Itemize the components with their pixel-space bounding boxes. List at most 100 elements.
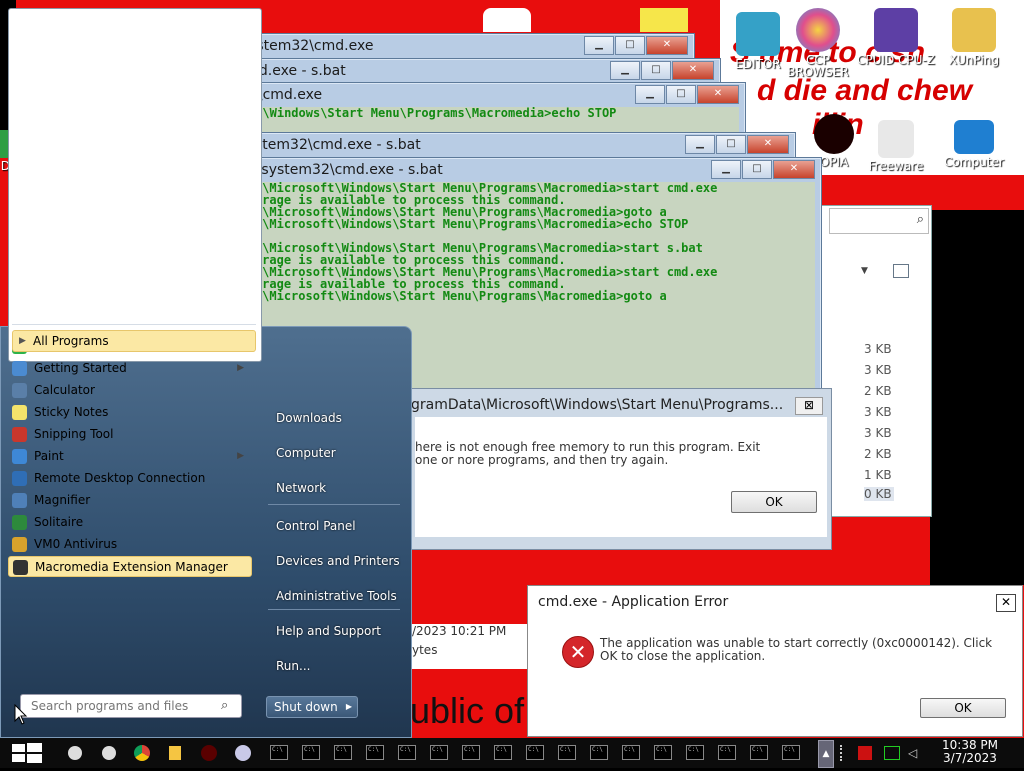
cmd-taskbar-button[interactable]: C:\	[462, 745, 480, 760]
overflow-icon[interactable]	[840, 745, 846, 761]
start-menu-item[interactable]: Macromedia Extension Manager	[8, 556, 252, 577]
opia-icon	[814, 114, 854, 154]
smiley-app-icon[interactable]	[98, 742, 120, 764]
preview-pane-icon[interactable]	[893, 264, 909, 278]
cmd-taskbar-button[interactable]: C:\	[558, 745, 576, 760]
start-menu-place-item[interactable]: Control Panel	[276, 519, 356, 533]
start-menu-place-item[interactable]: Network	[276, 481, 326, 495]
desktop-icon-ccp-browser[interactable]: CCP BROWSER	[778, 8, 858, 78]
start-menu-item[interactable]: Solitaire	[8, 512, 252, 533]
close-button[interactable]: ✕	[697, 85, 739, 104]
cmd-taskbar-button[interactable]: C:\	[430, 745, 448, 760]
start-menu-item[interactable]: Snipping Tool	[8, 424, 252, 445]
close-button[interactable]: ✕	[773, 160, 815, 179]
maximize-button[interactable]: □	[615, 36, 645, 55]
start-menu-item-label: Getting Started	[34, 361, 127, 375]
start-menu-item[interactable]: Remote Desktop Connection	[8, 468, 252, 489]
cmd-taskbar-button[interactable]: C:\	[622, 745, 640, 760]
close-button[interactable]: ⊠	[795, 397, 823, 415]
all-programs-button[interactable]: ▶ All Programs	[12, 330, 256, 352]
minimize-button[interactable]: ▁	[610, 61, 640, 80]
start-menu-item[interactable]: Magnifier	[8, 490, 252, 511]
opia-taskbar-icon[interactable]	[198, 742, 220, 764]
smiley-app-icon[interactable]	[64, 742, 86, 764]
file-size: 3 KB	[864, 342, 892, 356]
cmd-taskbar-button[interactable]: C:\	[366, 745, 384, 760]
desktop-icon-xunping[interactable]: XUnPing	[934, 8, 1014, 66]
desktop-icon-label: XUnPing	[948, 53, 1000, 67]
start-menu-place-item[interactable]: Devices and Printers	[276, 554, 400, 568]
start-menu-item[interactable]: VM0 Antivirus	[8, 534, 252, 555]
cmd-taskbar-button[interactable]: C:\	[302, 745, 320, 760]
desktop-icon-computer[interactable]: Computer	[934, 120, 1014, 168]
minimize-button[interactable]: ▁	[711, 160, 741, 179]
cmd-taskbar-button[interactable]: C:\	[526, 745, 544, 760]
explorer-search-box[interactable]: ⌕	[829, 208, 929, 234]
wallpaper-dark-panel	[930, 210, 1024, 585]
cmd-taskbar-button[interactable]: C:\	[398, 745, 416, 760]
network-icon[interactable]	[884, 746, 900, 760]
cmd-taskbar-button[interactable]: C:\	[686, 745, 704, 760]
magnifier-icon	[12, 493, 27, 508]
start-menu-item-label: Paint	[34, 449, 64, 463]
show-hidden-icons-button[interactable]: ▲	[818, 740, 834, 768]
cpuz-icon	[874, 8, 918, 52]
close-button[interactable]: ✕	[646, 36, 688, 55]
file-size: 3 KB	[864, 426, 892, 440]
shut-down-button[interactable]: Shut down ▶	[266, 696, 358, 718]
minimize-button[interactable]: ▁	[584, 36, 614, 55]
desktop-icon-label: CCP BROWSER	[787, 53, 849, 79]
start-menu-item[interactable]: Paint ▶	[8, 446, 252, 467]
folder-icon[interactable]	[164, 742, 186, 764]
cmd-taskbar-button[interactable]: C:\	[334, 745, 352, 760]
start-menu-place-item[interactable]: Computer	[276, 446, 336, 460]
volume-icon[interactable]: ◁	[908, 746, 922, 760]
remote-desktop-icon	[12, 471, 27, 486]
antivirus-shield-icon	[12, 537, 27, 552]
chrome-icon[interactable]	[131, 742, 153, 764]
application-error-dialog[interactable]: cmd.exe - Application Error ✕ ✕ The appl…	[527, 585, 1023, 737]
cmd-taskbar-button[interactable]: C:\	[494, 745, 512, 760]
start-menu-place-item[interactable]: Administrative Tools	[276, 589, 397, 603]
cmd-taskbar-button[interactable]: C:\	[718, 745, 736, 760]
sticky-notes-icon	[12, 405, 27, 420]
start-menu-place-item[interactable]: Run...	[276, 659, 310, 673]
desktop-icon-cpuz[interactable]: CPUID CPU-Z	[856, 8, 936, 66]
cmd-taskbar-button[interactable]: C:\	[270, 745, 288, 760]
maximize-button[interactable]: □	[716, 135, 746, 154]
flag-icon[interactable]	[858, 746, 872, 760]
ok-button[interactable]: OK	[731, 491, 817, 513]
start-menu-place-item[interactable]: Downloads	[276, 411, 342, 425]
cmd-taskbar-button[interactable]: C:\	[750, 745, 768, 760]
chevron-right-icon[interactable]: ▶	[346, 697, 352, 717]
minimize-button[interactable]: ▁	[635, 85, 665, 104]
desktop-icon-label: Computer	[944, 155, 1004, 169]
cmd-taskbar-button[interactable]: C:\	[782, 745, 800, 760]
close-button[interactable]: ✕	[672, 61, 714, 80]
freeware-icon	[878, 120, 914, 158]
cmd-taskbar-button[interactable]: C:\	[654, 745, 672, 760]
chevron-right-icon: ▶	[19, 336, 26, 346]
maximize-button[interactable]: □	[666, 85, 696, 104]
maximize-button[interactable]: □	[742, 160, 772, 179]
ok-button[interactable]: OK	[920, 698, 1006, 718]
taskbar-clock[interactable]: 10:38 PM 3/7/2023	[932, 739, 1008, 765]
media-player-icon[interactable]	[232, 742, 254, 764]
search-input[interactable]	[29, 698, 213, 714]
close-button[interactable]: ✕	[747, 135, 789, 154]
chevron-down-icon[interactable]: ▼	[861, 266, 868, 276]
minimize-button[interactable]: ▁	[685, 135, 715, 154]
partial-desktop-icon	[640, 8, 688, 32]
start-button[interactable]	[10, 738, 44, 768]
start-menu-item[interactable]: Calculator	[8, 380, 252, 401]
close-button[interactable]: ✕	[996, 594, 1016, 612]
dialog-body: here is not enough free memory to run th…	[415, 417, 827, 537]
start-menu-item[interactable]: Getting Started ▶	[8, 358, 252, 379]
desktop-icon-freeware[interactable]: Freeware	[856, 120, 936, 172]
start-search-box[interactable]: ⌕	[20, 694, 242, 718]
memory-error-dialog[interactable]: gramData\Microsoft\Windows\Start Menu\Pr…	[410, 388, 832, 550]
start-menu-place-item[interactable]: Help and Support	[276, 624, 381, 638]
maximize-button[interactable]: □	[641, 61, 671, 80]
cmd-taskbar-button[interactable]: C:\	[590, 745, 608, 760]
start-menu-item[interactable]: Sticky Notes	[8, 402, 252, 423]
